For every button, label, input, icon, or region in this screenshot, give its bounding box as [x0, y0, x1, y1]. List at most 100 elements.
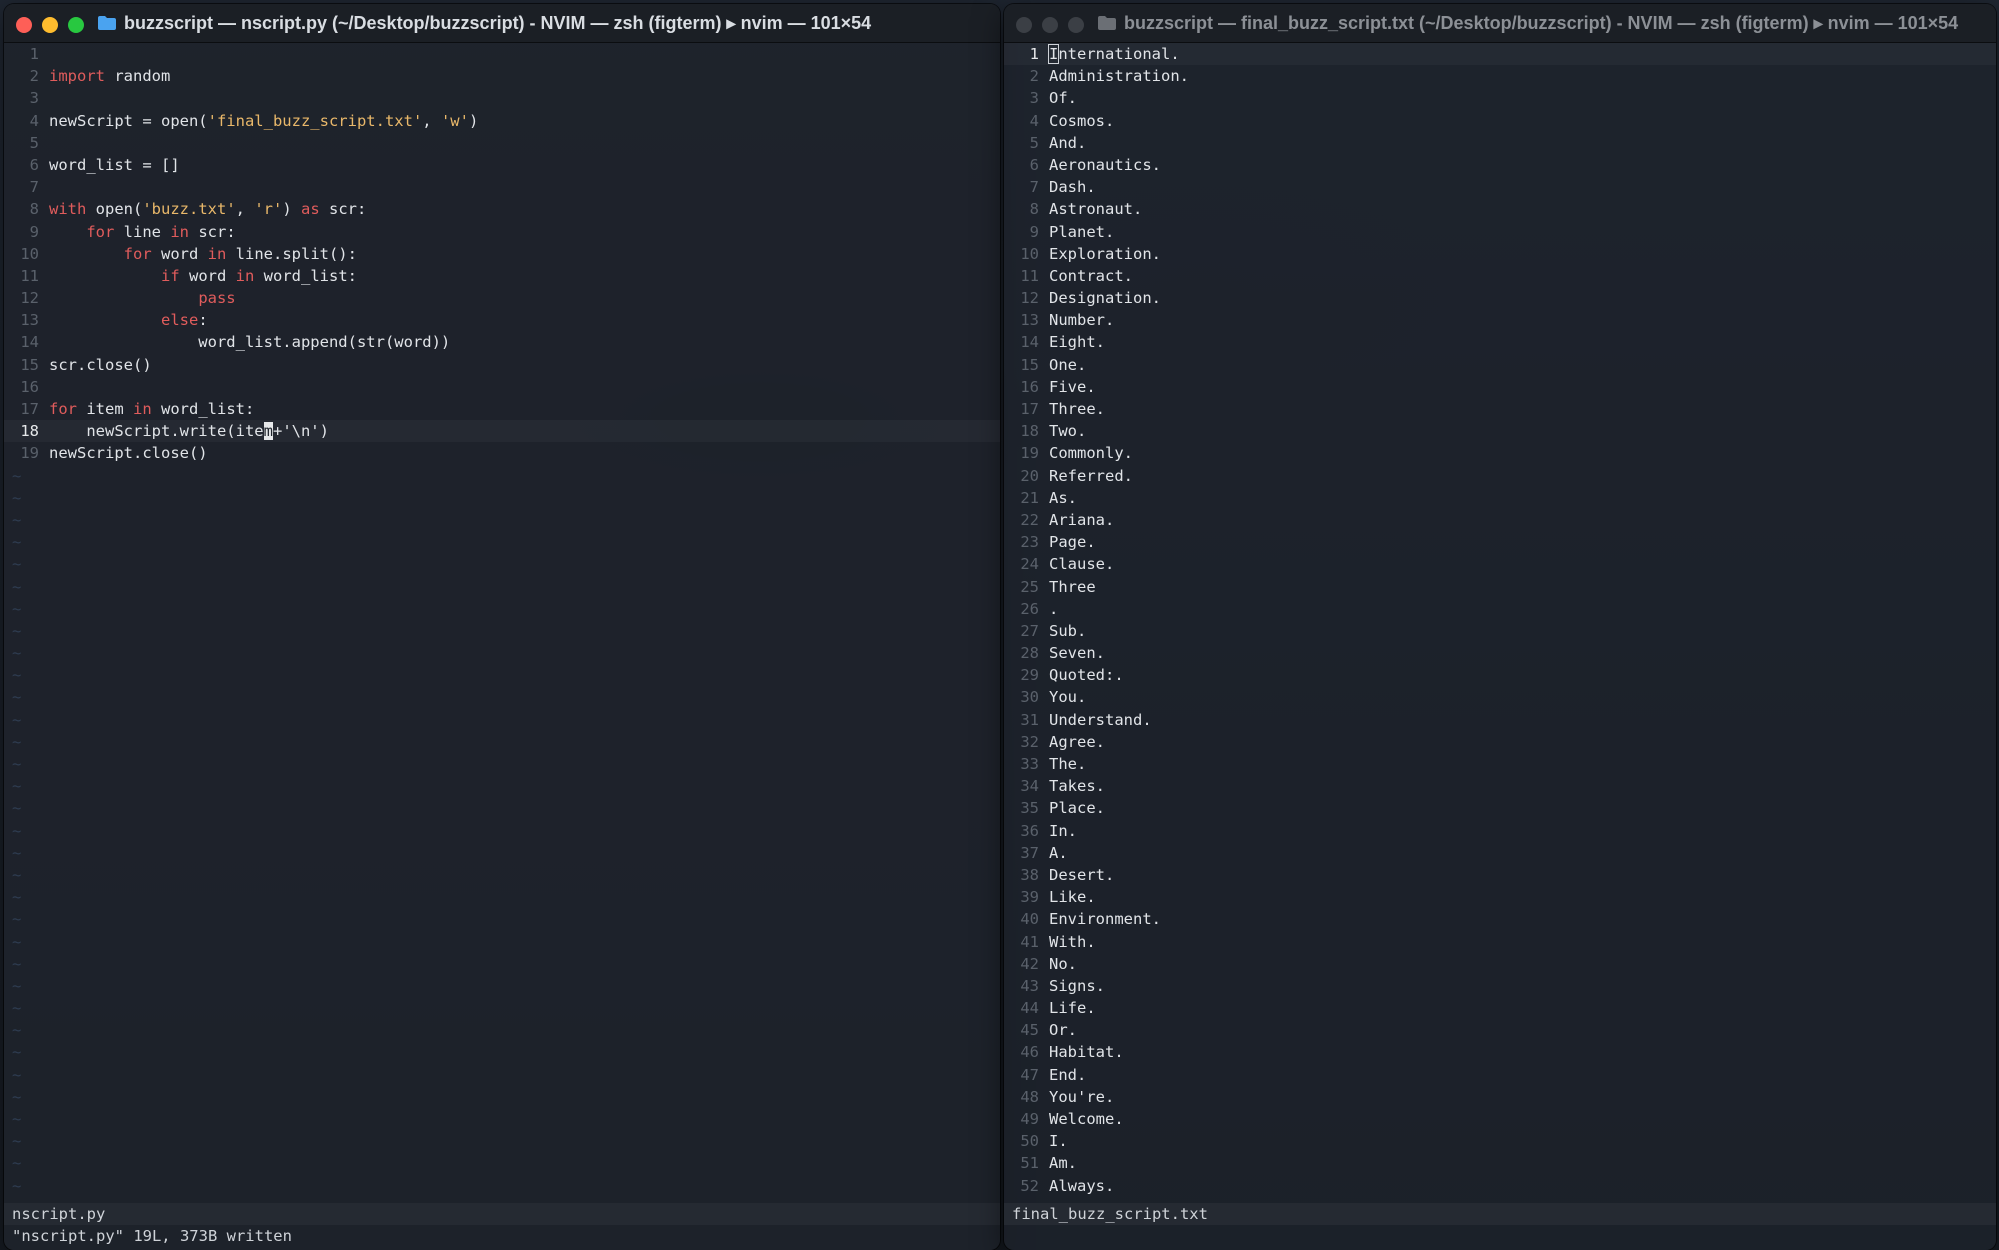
- text-line[interactable]: 20 Referred.: [1004, 465, 1996, 487]
- text-line[interactable]: 28 Seven.: [1004, 642, 1996, 664]
- text-line[interactable]: 30 You.: [1004, 686, 1996, 708]
- code-token: import: [49, 67, 105, 86]
- text-line[interactable]: 31 Understand.: [1004, 709, 1996, 731]
- text-line[interactable]: 47 End.: [1004, 1064, 1996, 1086]
- text-line[interactable]: 34 Takes.: [1004, 775, 1996, 797]
- code-line[interactable]: 14 word_list.append(str(word)): [4, 331, 1000, 353]
- text-line[interactable]: 2 Administration.: [1004, 65, 1996, 87]
- empty-line-marker: ~: [12, 777, 22, 796]
- text-line[interactable]: 51 Am.: [1004, 1152, 1996, 1174]
- text-line[interactable]: 37 A.: [1004, 842, 1996, 864]
- terminal-window-final-buzz-script[interactable]: buzzscript — final_buzz_script.txt (~/De…: [1004, 4, 1996, 1250]
- text-line[interactable]: 42 No.: [1004, 953, 1996, 975]
- code-line[interactable]: 2 import random: [4, 65, 1000, 87]
- title-bar[interactable]: buzzscript — final_buzz_script.txt (~/De…: [1004, 4, 1996, 43]
- text-editor[interactable]: 1 International. 2 Administration. 3 Of. 4 Cosm…: [1004, 43, 1996, 1203]
- text-line[interactable]: 46 Habitat.: [1004, 1041, 1996, 1063]
- text-line[interactable]: 48 You're.: [1004, 1086, 1996, 1108]
- text-line[interactable]: 9 Planet.: [1004, 221, 1996, 243]
- line-text: Two.: [1049, 422, 1087, 441]
- text-line[interactable]: 5 And.: [1004, 132, 1996, 154]
- text-line[interactable]: 12 Designation.: [1004, 287, 1996, 309]
- code-line[interactable]: 18 newScript.write(item+'\n'): [4, 420, 1000, 442]
- text-line[interactable]: 17 Three.: [1004, 398, 1996, 420]
- text-line[interactable]: 11 Contract.: [1004, 265, 1996, 287]
- code-line[interactable]: 3: [4, 87, 1000, 109]
- text-line[interactable]: 25 Three: [1004, 576, 1996, 598]
- zoom-button[interactable]: [68, 17, 84, 33]
- text-line[interactable]: 40 Environment.: [1004, 908, 1996, 930]
- text-line[interactable]: 38 Desert.: [1004, 864, 1996, 886]
- text-line[interactable]: 1 International.: [1004, 43, 1996, 65]
- title-bar[interactable]: buzzscript — nscript.py (~/Desktop/buzzs…: [4, 4, 1000, 43]
- code-editor[interactable]: 1 2 import random 3 4 newScript = open('final…: [4, 43, 1000, 1203]
- text-line[interactable]: 8 Astronaut.: [1004, 198, 1996, 220]
- text-line[interactable]: 22 Ariana.: [1004, 509, 1996, 531]
- text-line[interactable]: 44 Life.: [1004, 997, 1996, 1019]
- zoom-button[interactable]: [1068, 17, 1084, 33]
- text-line[interactable]: 23 Page.: [1004, 531, 1996, 553]
- code-line[interactable]: 16: [4, 376, 1000, 398]
- code-line[interactable]: 9 for line in scr:: [4, 221, 1000, 243]
- line-number: 31: [1020, 710, 1039, 729]
- text-line[interactable]: 16 Five.: [1004, 376, 1996, 398]
- text-line[interactable]: 45 Or.: [1004, 1019, 1996, 1041]
- text-line[interactable]: 49 Welcome.: [1004, 1108, 1996, 1130]
- code-line[interactable]: 5: [4, 132, 1000, 154]
- text-line[interactable]: 43 Signs.: [1004, 975, 1996, 997]
- code-token: line: [114, 222, 171, 241]
- text-line[interactable]: 4 Cosmos.: [1004, 110, 1996, 132]
- empty-line-marker: ~: [12, 1021, 22, 1040]
- code-line[interactable]: 7: [4, 176, 1000, 198]
- text-line[interactable]: 14 Eight.: [1004, 331, 1996, 353]
- line-text: Sub.: [1049, 621, 1087, 640]
- code-line[interactable]: 8 with open('buzz.txt', 'r') as scr:: [4, 198, 1000, 220]
- text-line[interactable]: 18 Two.: [1004, 420, 1996, 442]
- text-line[interactable]: 19 Commonly.: [1004, 442, 1996, 464]
- line-number: 34: [1020, 777, 1039, 796]
- text-line[interactable]: 7 Dash.: [1004, 176, 1996, 198]
- close-button[interactable]: [1016, 17, 1032, 33]
- text-line[interactable]: 35 Place.: [1004, 797, 1996, 819]
- line-number: 8: [29, 200, 39, 219]
- text-line[interactable]: 3 Of.: [1004, 87, 1996, 109]
- text-line[interactable]: 50 I.: [1004, 1130, 1996, 1152]
- code-line[interactable]: 11 if word in word_list:: [4, 265, 1000, 287]
- code-line[interactable]: 10 for word in line.split():: [4, 243, 1000, 265]
- text-line[interactable]: 41 With.: [1004, 931, 1996, 953]
- code-line[interactable]: 13 else:: [4, 309, 1000, 331]
- command-line[interactable]: "nscript.py" 19L, 373B written: [4, 1225, 1000, 1247]
- text-line[interactable]: 52 Always.: [1004, 1175, 1996, 1197]
- line-text: Contract.: [1049, 266, 1133, 285]
- text-line[interactable]: 29 Quoted:.: [1004, 664, 1996, 686]
- text-line[interactable]: 24 Clause.: [1004, 553, 1996, 575]
- code-line[interactable]: 4 newScript = open('final_buzz_script.txt…: [4, 110, 1000, 132]
- text-line[interactable]: 33 The.: [1004, 753, 1996, 775]
- text-line[interactable]: 32 Agree.: [1004, 731, 1996, 753]
- code-line[interactable]: 19 newScript.close(): [4, 442, 1000, 464]
- code-line[interactable]: 12 pass: [4, 287, 1000, 309]
- code-line[interactable]: 17 for item in word_list:: [4, 398, 1000, 420]
- code-line[interactable]: 15 scr.close(): [4, 354, 1000, 376]
- text-line[interactable]: 36 In.: [1004, 820, 1996, 842]
- line-number: 28: [1020, 644, 1039, 663]
- code-line[interactable]: 1: [4, 43, 1000, 65]
- text-line[interactable]: 6 Aeronautics.: [1004, 154, 1996, 176]
- minimize-button[interactable]: [1042, 17, 1058, 33]
- text-line[interactable]: 10 Exploration.: [1004, 243, 1996, 265]
- text-line[interactable]: 13 Number.: [1004, 309, 1996, 331]
- text-line[interactable]: 26.: [1004, 598, 1996, 620]
- text-line[interactable]: 15 One.: [1004, 354, 1996, 376]
- code-line[interactable]: 6 word_list = []: [4, 154, 1000, 176]
- text-line[interactable]: 21 As.: [1004, 487, 1996, 509]
- text-line[interactable]: 39 Like.: [1004, 886, 1996, 908]
- terminal-window-nscript[interactable]: buzzscript — nscript.py (~/Desktop/buzzs…: [4, 4, 1000, 1250]
- code-token: 'w': [440, 111, 469, 130]
- empty-line-marker: ~: [12, 821, 22, 840]
- line-number: 48: [1020, 1087, 1039, 1106]
- text-line[interactable]: 27 Sub.: [1004, 620, 1996, 642]
- minimize-button[interactable]: [42, 17, 58, 33]
- close-button[interactable]: [16, 17, 32, 33]
- code-token: word_list:: [254, 266, 357, 285]
